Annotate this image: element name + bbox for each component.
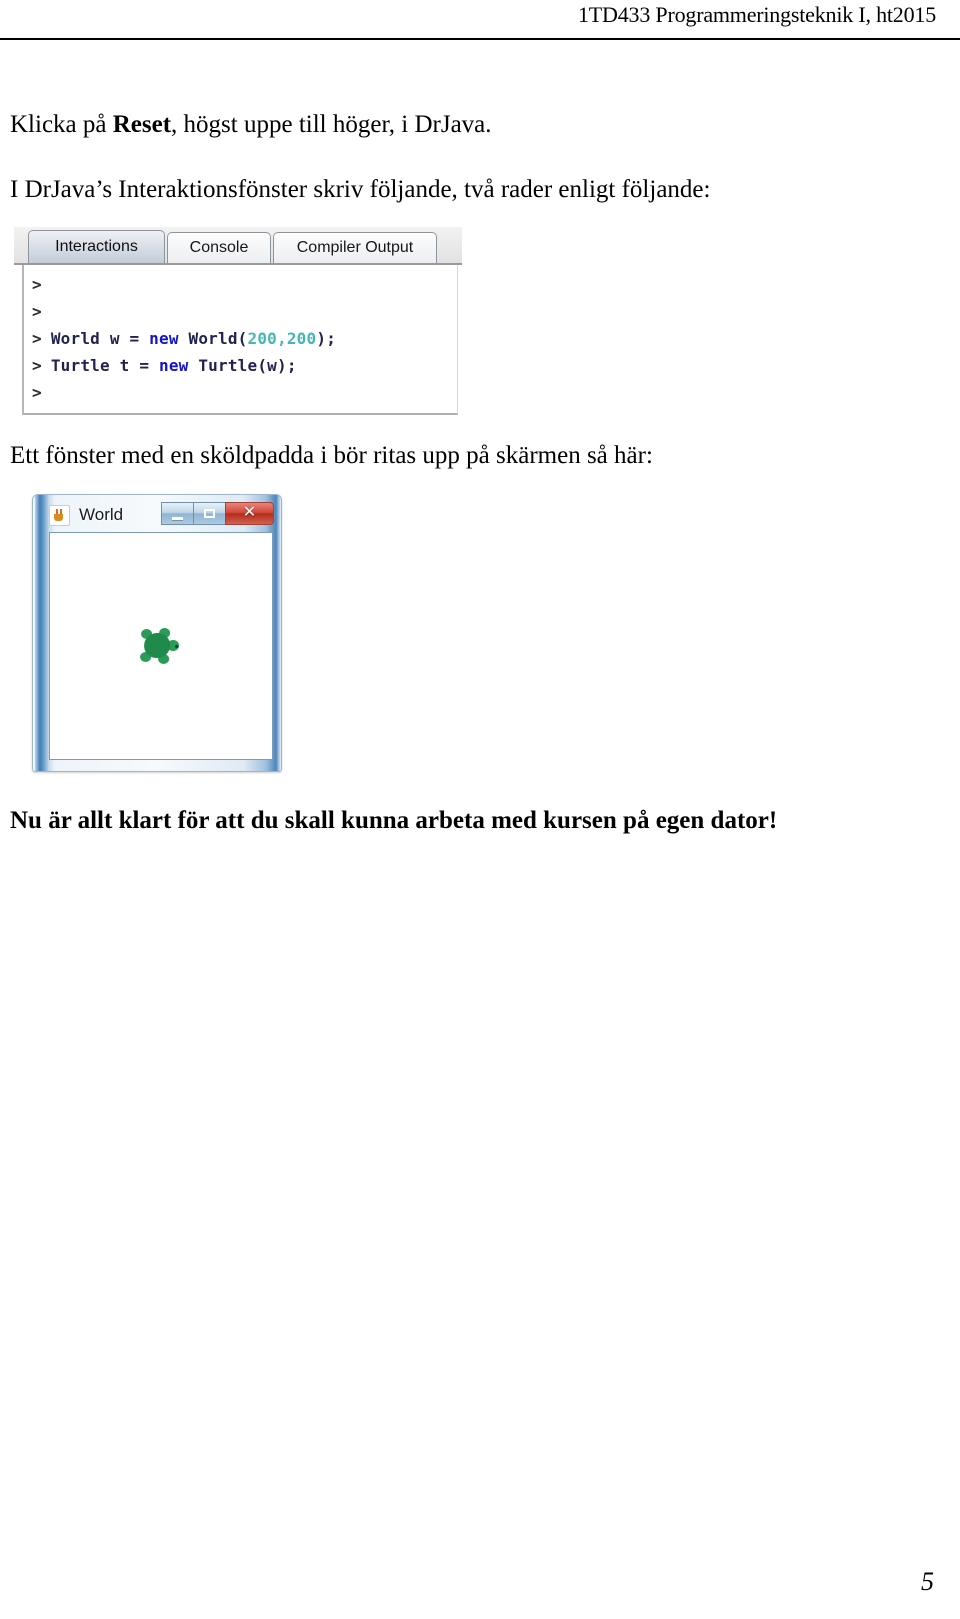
document-content: Klicka på Reset, högst uppe till höger, … — [10, 110, 910, 836]
drjava-tab-strip: Interactions Console Compiler Output — [14, 227, 462, 265]
interactions-line-4: > Turtle t = new Turtle(w); — [32, 352, 457, 379]
tab-compiler-output[interactable]: Compiler Output — [273, 232, 437, 263]
interactions-line-1: > — [32, 271, 457, 298]
turtle-shell — [144, 632, 171, 658]
code-token-pre: Turtle t = — [50, 356, 160, 375]
close-button[interactable]: ✕ — [225, 501, 274, 525]
java-cup-icon — [49, 504, 70, 526]
tab-compiler-output-label: Compiler Output — [296, 239, 414, 256]
drjava-interactions-screenshot: Interactions Console Compiler Output > >… — [14, 227, 462, 419]
page-number: 5 — [921, 1567, 934, 1596]
close-icon: ✕ — [242, 504, 257, 521]
header-divider — [0, 38, 960, 40]
prompt-symbol: > — [32, 356, 42, 375]
tab-interactions-label: Interactions — [55, 238, 138, 255]
interactions-line-5: > — [32, 379, 457, 406]
code-token-mid: World( — [178, 329, 248, 348]
paragraph-reset-text-after: , högst uppe till höger, i DrJava. — [171, 111, 492, 138]
tab-console[interactable]: Console — [167, 232, 271, 263]
drjava-interactions-pane[interactable]: > > > World w = new World(200,200); > Turt… — [22, 265, 458, 415]
prompt-symbol: > — [32, 302, 42, 321]
prompt-symbol: > — [32, 329, 42, 348]
prompt-symbol: > — [32, 275, 42, 294]
page-header: 1TD433 Programmeringsteknik I, ht2015 — [0, 0, 960, 42]
code-token-keyword: new — [149, 329, 179, 348]
paragraph-reset-text-before: Klicka på — [10, 111, 113, 138]
minimize-button[interactable] — [161, 501, 193, 525]
code-token-number: 200,200 — [247, 329, 317, 348]
world-canvas — [49, 531, 273, 760]
paragraph-window-description: Ett fönster med en sköldpadda i bör rita… — [10, 442, 653, 469]
world-window-titlebar: World ✕ — [49, 501, 274, 530]
paragraph-reset-instruction: Klicka på Reset, högst uppe till höger, … — [10, 110, 910, 141]
tab-console-label: Console — [189, 239, 249, 256]
code-token-keyword: new — [159, 356, 189, 375]
paragraph-interactions-instruction: I DrJava’s Interaktionsfönster skriv föl… — [10, 175, 711, 203]
window-controls: ✕ — [161, 501, 274, 526]
tab-interactions[interactable]: Interactions — [28, 230, 165, 263]
code-token-mid: Turtle(w — [188, 356, 278, 375]
world-window-screenshot: World ✕ — [32, 493, 282, 772]
turtle-graphic — [138, 626, 182, 666]
course-header-text: 1TD433 Programmeringsteknik I, ht2015 — [578, 2, 936, 27]
maximize-button[interactable] — [193, 501, 225, 525]
world-window-title: World — [79, 505, 124, 524]
paragraph-closing-statement: Nu är allt klart för att du skall kunna … — [10, 806, 778, 834]
interactions-line-3: > World w = new World(200,200); — [32, 325, 457, 352]
turtle-eye — [175, 644, 179, 648]
prompt-symbol: > — [32, 383, 42, 402]
interactions-line-2: > — [32, 298, 457, 325]
paragraph-reset-bold-word: Reset — [112, 111, 172, 138]
code-token-post: ); — [316, 329, 337, 348]
code-token-pre: World w = — [50, 329, 150, 348]
code-token-post: ); — [277, 356, 297, 375]
